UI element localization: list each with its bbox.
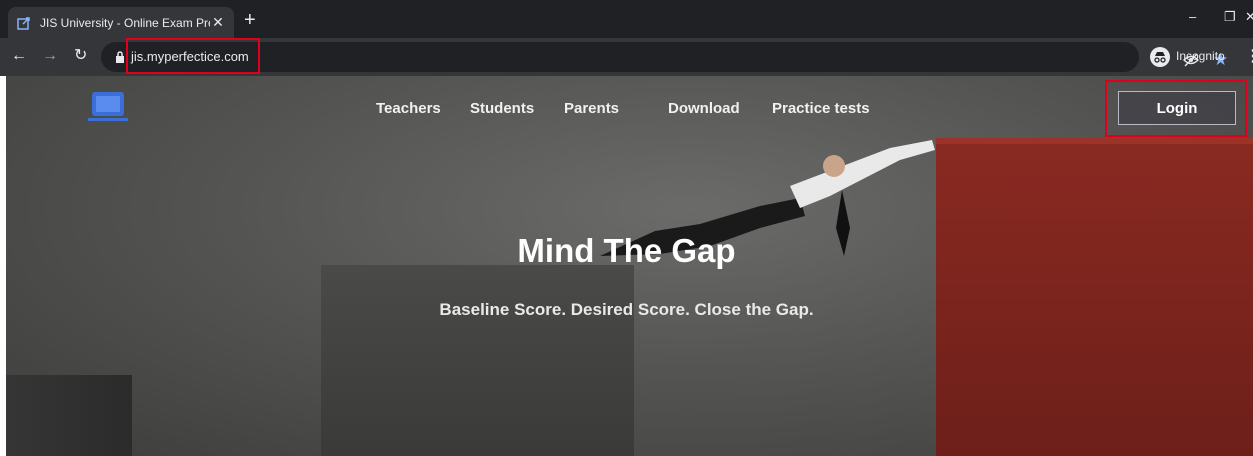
incognito-icon[interactable] (1150, 47, 1170, 67)
nav-practice-tests[interactable]: Practice tests (772, 100, 870, 117)
hero-subtitle: Baseline Score. Desired Score. Close the… (439, 300, 814, 319)
lock-icon[interactable] (115, 50, 125, 68)
back-icon[interactable]: ← (11, 47, 27, 65)
tab-bar: JIS University - Online Exam Prep ✕ + – … (0, 0, 1253, 38)
nav-parents[interactable]: Parents (564, 100, 619, 117)
menu-icon[interactable]: ⋮ (1245, 46, 1253, 66)
nav-teachers[interactable]: Teachers (376, 100, 441, 117)
restore-icon[interactable]: ❐ (1224, 9, 1236, 25)
red-block-image (936, 138, 1253, 456)
incognito-label[interactable]: Incognito (1176, 49, 1225, 63)
forward-icon[interactable]: → (42, 47, 58, 65)
left-block-image (0, 375, 132, 456)
nav-download[interactable]: Download (668, 100, 740, 117)
favicon-icon (16, 15, 32, 31)
window-close-icon[interactable]: ✕ (1245, 9, 1253, 25)
login-highlight-box (1105, 80, 1247, 137)
reload-icon[interactable]: ↻ (74, 47, 87, 65)
nav-students[interactable]: Students (470, 100, 534, 117)
tab-title: JIS University - Online Exam Prep (40, 15, 210, 30)
close-icon[interactable]: ✕ (210, 14, 226, 31)
url-highlight-box (126, 38, 260, 74)
jis-logo-icon[interactable] (88, 92, 128, 122)
hero-title: Mind The Gap (517, 232, 736, 269)
red-block-top-edge (936, 138, 1253, 144)
middle-block-image (321, 265, 634, 456)
minimize-icon[interactable]: – (1189, 9, 1196, 24)
new-tab-button[interactable]: + (244, 10, 256, 30)
browser-tab[interactable]: JIS University - Online Exam Prep ✕ (8, 7, 234, 38)
